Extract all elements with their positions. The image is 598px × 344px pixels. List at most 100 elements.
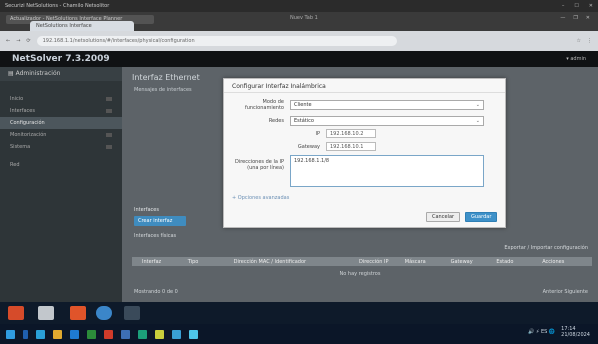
sidebar-item-interfaces[interactable]: Interfaces [0, 105, 122, 117]
table-footer: Mostrando 0 de 0 [134, 289, 178, 295]
app-icon-1[interactable] [8, 306, 24, 320]
taskbar [0, 324, 598, 344]
word-icon[interactable] [70, 329, 79, 339]
desktop-dock [0, 302, 598, 324]
gateway-row: Gateway 192.168.10.1 [260, 142, 376, 151]
pagination[interactable]: Anterior Siguiente [543, 289, 588, 295]
chevron-down-icon: ⌄ [475, 102, 480, 108]
sidebar-item-configuracion[interactable]: Configuración [0, 117, 122, 129]
url-input[interactable]: 192.168.1.1/netsolutions/#/interfaces/ph… [36, 36, 397, 46]
address-bar: ← → ⟳ 192.168.1.1/netsolutions/#/interfa… [0, 31, 598, 51]
tab-strip-title: Nuev Tab 1 [290, 15, 318, 21]
gateway-input[interactable]: 192.168.10.1 [326, 142, 376, 151]
forward-icon[interactable]: → [16, 38, 20, 44]
sidebar-item-inicio[interactable]: Inicio [0, 93, 122, 105]
mode-label: Modo de funcionamiento [244, 99, 284, 111]
badge [106, 145, 112, 149]
mode-row: Modo de funcionamiento Cliente ⌄ [224, 99, 484, 111]
tab-minimize-icon[interactable]: — [560, 15, 565, 21]
menu-icon[interactable]: ⋮ [587, 38, 592, 44]
configure-interface-modal: Configurar Interfaz Inalámbrica Modo de … [223, 78, 506, 228]
app-icon[interactable] [121, 329, 130, 339]
column-header[interactable]: Interfaz [142, 259, 182, 265]
app-icon-5[interactable] [124, 306, 140, 320]
address-label: Direcciones de la IP (una por línea) [234, 159, 284, 171]
sidebar-item-monitorizacion[interactable]: Monitorización [0, 129, 122, 141]
sidebar-item-label: Red [10, 162, 20, 168]
sidebar-item-red[interactable]: Red [0, 159, 122, 171]
app-icon-4[interactable] [96, 306, 112, 320]
window-title: Securizi NetSolutions - Chamilo Netsolit… [5, 3, 110, 9]
sidebar-header[interactable]: ▤ Administración [0, 67, 122, 81]
sidebar-item-sistema[interactable]: Sistema [0, 141, 122, 153]
sidebar-item-label: Monitorización [10, 132, 47, 138]
ip-input[interactable]: 192.168.10.2 [326, 129, 376, 138]
chevron-down-icon: ⌄ [475, 118, 480, 124]
close-button[interactable]: ✕ [589, 3, 593, 9]
cancel-button[interactable]: Cancelar [426, 212, 461, 222]
modal-title: Configurar Interfaz Inalámbrica [224, 79, 505, 93]
tab-close-icon[interactable]: ✕ [586, 15, 590, 21]
ip-row: IP 192.168.10.2 [260, 129, 376, 138]
sidebar-item-label: Sistema [10, 144, 31, 150]
app-icon[interactable] [138, 329, 147, 339]
network-label: Redes [268, 118, 284, 124]
browser-tab-2[interactable]: NetSolutions Interface [30, 21, 134, 31]
maximize-button[interactable]: ☐ [574, 3, 578, 9]
column-header[interactable]: Dirección MAC / Identificador [234, 259, 353, 265]
badge [106, 133, 112, 137]
browser-icon[interactable] [189, 329, 198, 339]
powerpoint-icon[interactable] [104, 329, 113, 339]
excel-icon[interactable] [87, 329, 96, 339]
address-row: Direcciones de la IP (una por línea) 192… [224, 155, 484, 187]
sidebar-item-label: Configuración [10, 120, 45, 126]
column-header[interactable]: Acciones [542, 259, 582, 265]
app-header: NetSolver 7.3.2009 ▾ admin [0, 51, 598, 67]
mode-select[interactable]: Cliente ⌄ [290, 100, 484, 110]
minimize-button[interactable]: – [562, 3, 565, 9]
badge [106, 97, 112, 101]
back-icon[interactable]: ← [6, 38, 10, 44]
page-subtitle: Mensajes de interfaces [134, 87, 192, 93]
app-icon-3[interactable] [70, 306, 86, 320]
column-header[interactable]: Dirección IP [359, 259, 399, 265]
column-header[interactable]: Gateway [451, 259, 491, 265]
gateway-label: Gateway [297, 143, 320, 150]
sidebar: ▤ Administración Inicio Interfaces Confi… [0, 67, 122, 302]
network-select[interactable]: Estático ⌄ [290, 116, 484, 126]
browser-tabbar: Actualizador - NetSolutions Interface Pl… [0, 12, 598, 31]
advanced-options-link[interactable]: + Opciones avanzadas [232, 195, 289, 201]
section-physical-label: Interfaces físicas [134, 233, 177, 239]
tray-icons[interactable]: 🔊 ⚡ ES 🌐 [528, 329, 555, 335]
table-header: Interfaz Tipo Dirección MAC / Identifica… [132, 257, 592, 266]
column-header[interactable]: Tipo [188, 259, 228, 265]
ip-label: IP [315, 130, 321, 137]
save-button[interactable]: Guardar [465, 212, 498, 222]
export-link[interactable]: Exportar / Importar configuración [504, 245, 588, 251]
sidebar-item-label: Interfaces [10, 108, 35, 114]
badge [106, 109, 112, 113]
app-icon-2[interactable] [38, 306, 54, 320]
app-icon[interactable] [155, 329, 164, 339]
column-header[interactable]: Máscara [405, 259, 445, 265]
address-textarea[interactable]: 192.168.1.1/8 [290, 155, 484, 187]
window-controls: – ☐ ✕ [562, 3, 593, 9]
tabbar-controls: — ❐ ✕ [560, 15, 590, 21]
network-row: Redes Estático ⌄ [224, 116, 484, 126]
explorer-icon[interactable] [53, 329, 62, 339]
column-header[interactable]: Estado [496, 259, 536, 265]
system-tray: 🔊 ⚡ ES 🌐 17:14 21/08/2024 [528, 326, 590, 338]
mode-value: Cliente [294, 102, 312, 108]
create-interface-button[interactable]: Crear interfaz [134, 216, 186, 226]
bookmark-icon[interactable]: ☆ [577, 38, 581, 44]
reload-icon[interactable]: ⟳ [26, 38, 30, 44]
windows-start-icon[interactable] [6, 329, 15, 339]
user-menu[interactable]: ▾ admin [566, 56, 586, 62]
taskview-icon[interactable] [36, 329, 45, 339]
search-icon[interactable] [23, 329, 28, 339]
clock[interactable]: 17:14 21/08/2024 [561, 326, 590, 338]
tab-restore-icon[interactable]: ❐ [573, 15, 577, 21]
app-icon[interactable] [172, 329, 181, 339]
network-value: Estático [294, 118, 314, 124]
empty-table-message: No hay registros [339, 271, 381, 277]
